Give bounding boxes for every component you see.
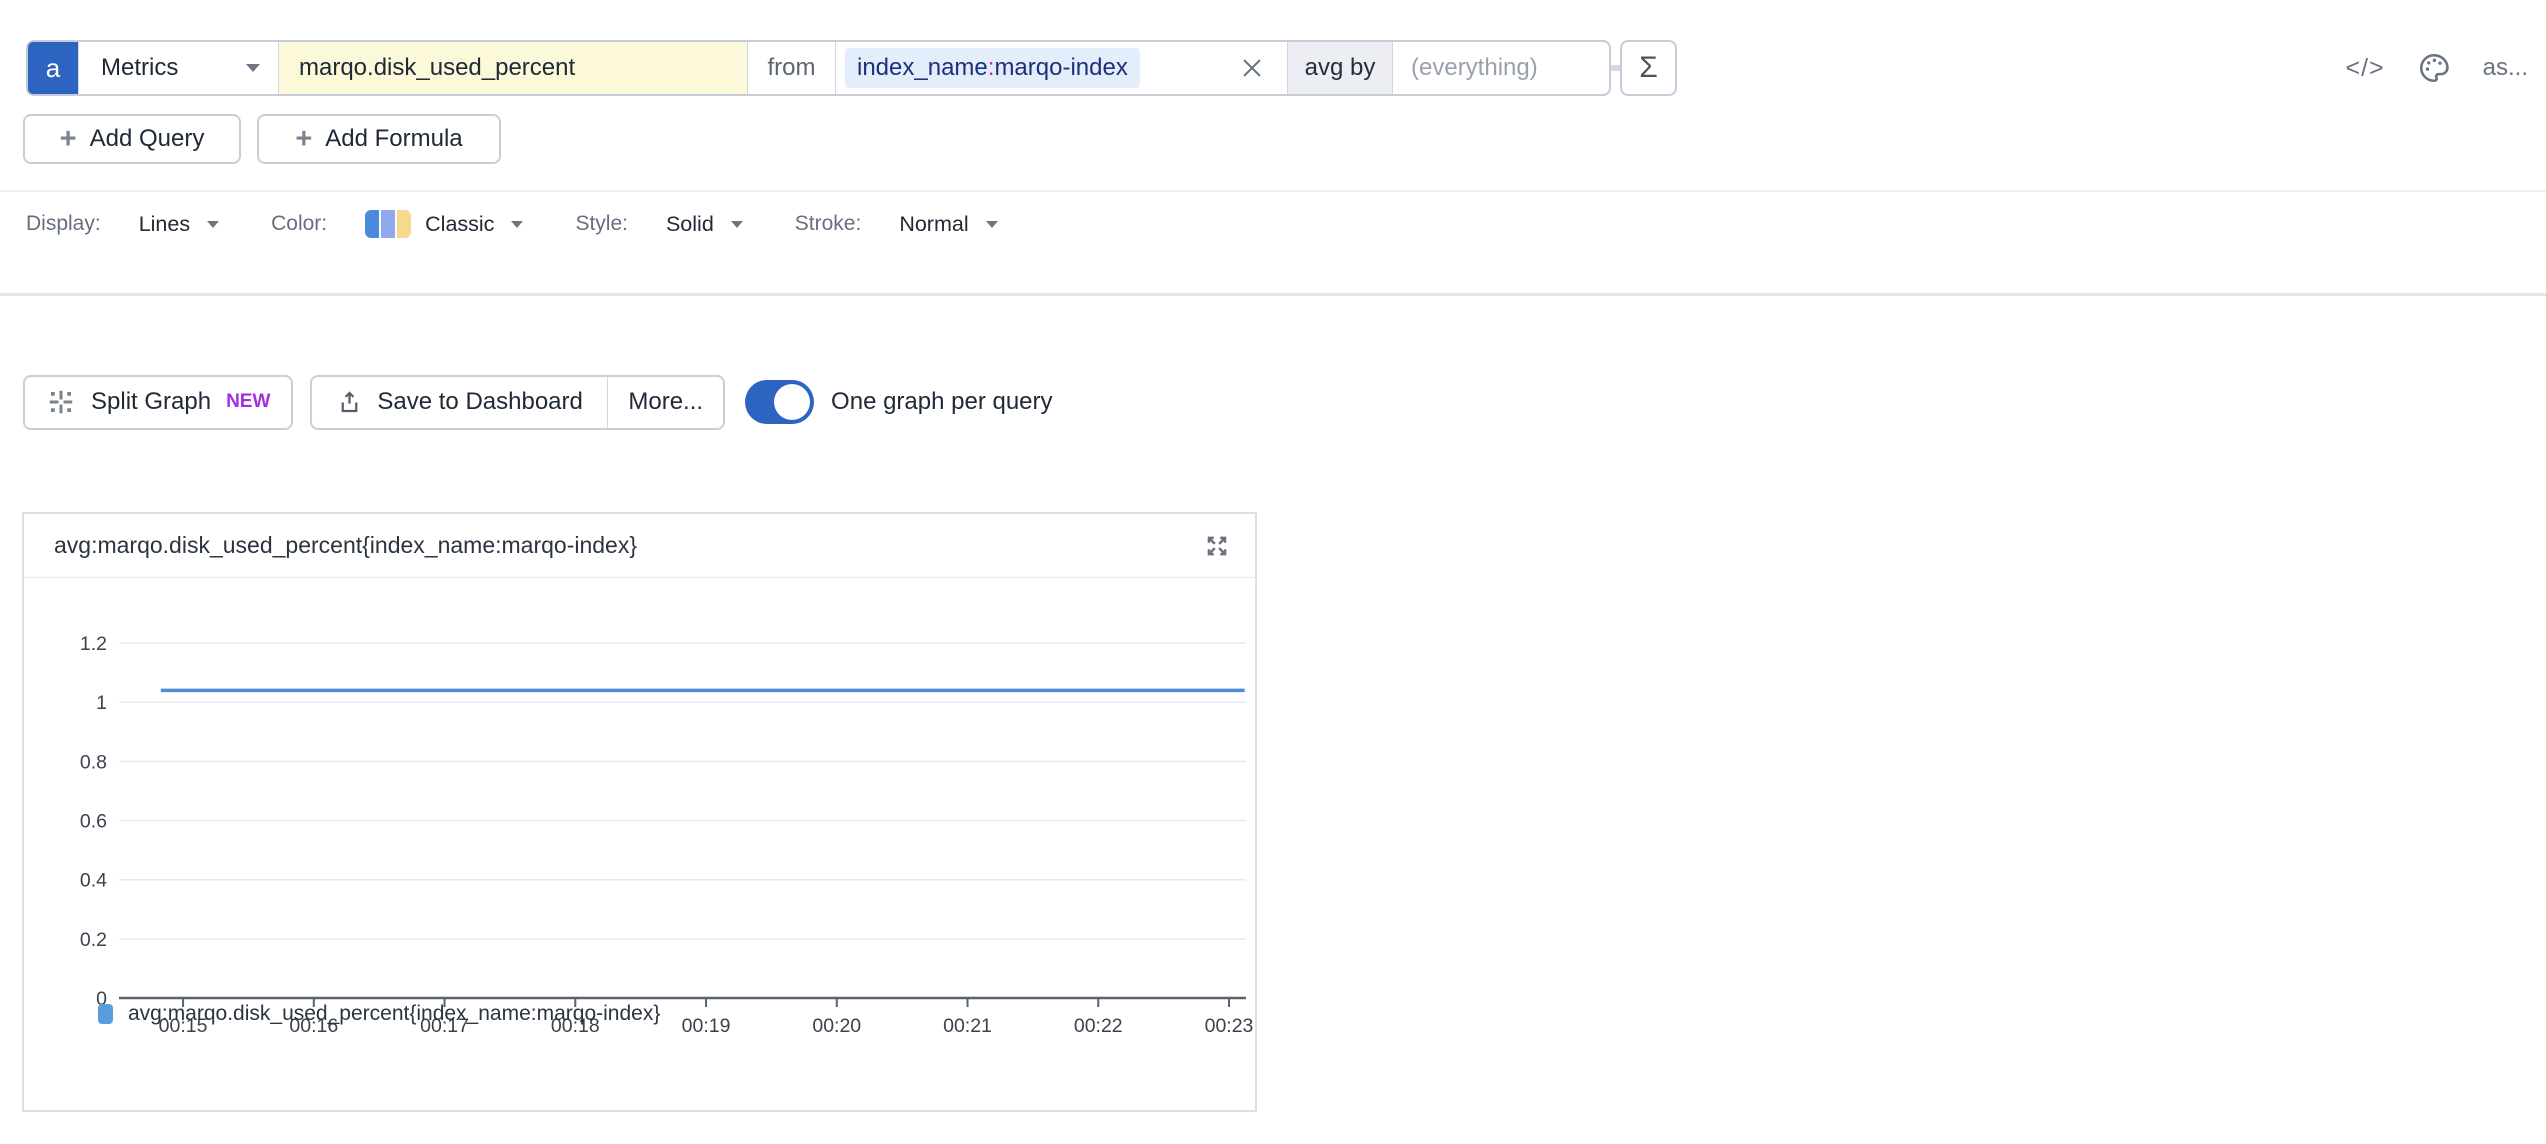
svg-text:00:23: 00:23 — [1205, 1015, 1254, 1037]
legend-color-swatch — [98, 1004, 113, 1024]
clear-filter-button[interactable] — [1239, 55, 1265, 81]
color-value: Classic — [425, 212, 494, 237]
filter-tag-colon: : — [988, 54, 995, 82]
expand-chart-button[interactable] — [1203, 532, 1231, 560]
timeseries-plot: 00.20.40.60.811.200:1500:1600:1700:1800:… — [24, 578, 1255, 1046]
add-query-button[interactable]: + Add Query — [23, 114, 241, 164]
style-label: Style: — [575, 212, 628, 236]
toggle-knob — [774, 384, 810, 420]
palette-icon — [2417, 51, 2451, 85]
save-to-dashboard-label: Save to Dashboard — [377, 388, 582, 416]
query-bar: a Metrics marqo.disk_used_percent from i… — [26, 40, 1611, 96]
expand-icon — [1203, 532, 1231, 560]
save-to-dashboard-button[interactable]: Save to Dashboard — [312, 377, 606, 428]
query-toolbar-right: </> as... — [2345, 40, 2528, 96]
palette-swatch-segment — [365, 210, 379, 238]
svg-text:0.6: 0.6 — [80, 811, 107, 833]
style-value: Solid — [666, 212, 714, 237]
metric-name-input[interactable]: marqo.disk_used_percent — [278, 42, 747, 94]
one-graph-per-query-toggle[interactable] — [745, 380, 814, 424]
sigma-function-button[interactable]: Σ — [1620, 40, 1677, 96]
query-letter-badge: a — [28, 42, 78, 94]
plus-icon: + — [295, 125, 312, 154]
chevron-down-icon — [511, 221, 523, 228]
svg-text:1: 1 — [96, 692, 107, 714]
chevron-down-icon — [986, 221, 998, 228]
svg-text:00:22: 00:22 — [1074, 1015, 1123, 1037]
query-editor-row: a Metrics marqo.disk_used_percent from i… — [26, 40, 1677, 96]
color-dropdown[interactable]: Classic — [425, 212, 523, 237]
chevron-down-icon — [246, 64, 260, 72]
display-options-row: Display: Lines Color: Classic Style: Sol… — [26, 206, 1050, 242]
svg-text:0.8: 0.8 — [80, 751, 107, 773]
add-formula-label: Add Formula — [325, 125, 462, 153]
chevron-down-icon — [731, 221, 743, 228]
palette-swatch-segment — [381, 210, 395, 238]
section-divider — [0, 293, 2546, 296]
display-type-value: Lines — [139, 212, 190, 237]
stroke-dropdown[interactable]: Normal — [899, 212, 997, 237]
aggregator-button[interactable]: avg by — [1287, 42, 1392, 94]
plot-area[interactable]: 00.20.40.60.811.200:1500:1600:1700:1800:… — [24, 578, 1255, 1046]
color-palette-swatch[interactable] — [365, 210, 411, 238]
chart-title: avg:marqo.disk_used_percent{index_name:m… — [54, 532, 637, 559]
svg-text:00:21: 00:21 — [943, 1015, 992, 1037]
filter-tag-key: index_name — [857, 54, 988, 82]
data-source-value: Metrics — [101, 54, 178, 82]
palette-button[interactable] — [2417, 51, 2451, 85]
filter-tag-chip[interactable]: index_name : marqo-index — [845, 48, 1140, 88]
more-button[interactable]: More... — [608, 377, 723, 428]
new-badge: NEW — [226, 391, 270, 413]
filter-section[interactable]: index_name : marqo-index — [835, 42, 1287, 94]
code-view-icon[interactable]: </> — [2345, 54, 2384, 83]
chevron-down-icon — [207, 221, 219, 228]
palette-swatch-segment — [397, 210, 411, 238]
upload-icon — [336, 389, 363, 416]
legend-item[interactable]: avg:marqo.disk_used_percent{index_name:m… — [98, 1002, 660, 1026]
split-graph-icon — [46, 387, 76, 417]
display-type-dropdown[interactable]: Lines — [139, 212, 219, 237]
plus-icon: + — [60, 125, 77, 154]
graph-actions-row: Split Graph NEW Save to Dashboard More..… — [23, 374, 1053, 430]
svg-text:0.2: 0.2 — [80, 929, 107, 951]
svg-text:1.2: 1.2 — [80, 633, 107, 655]
query-connector — [1611, 65, 1620, 71]
split-graph-label: Split Graph — [91, 388, 211, 416]
legend-label: avg:marqo.disk_used_percent{index_name:m… — [128, 1002, 660, 1026]
svg-text:0.4: 0.4 — [80, 870, 107, 892]
chart-header: avg:marqo.disk_used_percent{index_name:m… — [24, 514, 1255, 578]
add-query-label: Add Query — [90, 125, 205, 153]
save-more-button-group: Save to Dashboard More... — [310, 375, 725, 430]
timeseries-chart-card: avg:marqo.disk_used_percent{index_name:m… — [22, 512, 1257, 1112]
stroke-label: Stroke: — [795, 212, 862, 236]
data-source-dropdown[interactable]: Metrics — [78, 42, 278, 94]
as-function-button[interactable]: as... — [2483, 54, 2528, 82]
stroke-value: Normal — [899, 212, 968, 237]
svg-text:00:19: 00:19 — [682, 1015, 731, 1037]
one-graph-per-query-label: One graph per query — [831, 388, 1052, 416]
group-by-input[interactable]: (everything) — [1392, 42, 1609, 94]
svg-text:00:20: 00:20 — [812, 1015, 861, 1037]
add-formula-button[interactable]: + Add Formula — [257, 114, 501, 164]
display-label: Display: — [26, 212, 101, 236]
section-divider — [0, 190, 2546, 192]
close-icon — [1239, 55, 1265, 81]
filter-tag-value: marqo-index — [994, 54, 1127, 82]
color-label: Color: — [271, 212, 327, 236]
from-label: from — [747, 42, 835, 94]
style-dropdown[interactable]: Solid — [666, 212, 743, 237]
split-graph-button[interactable]: Split Graph NEW — [23, 375, 293, 430]
